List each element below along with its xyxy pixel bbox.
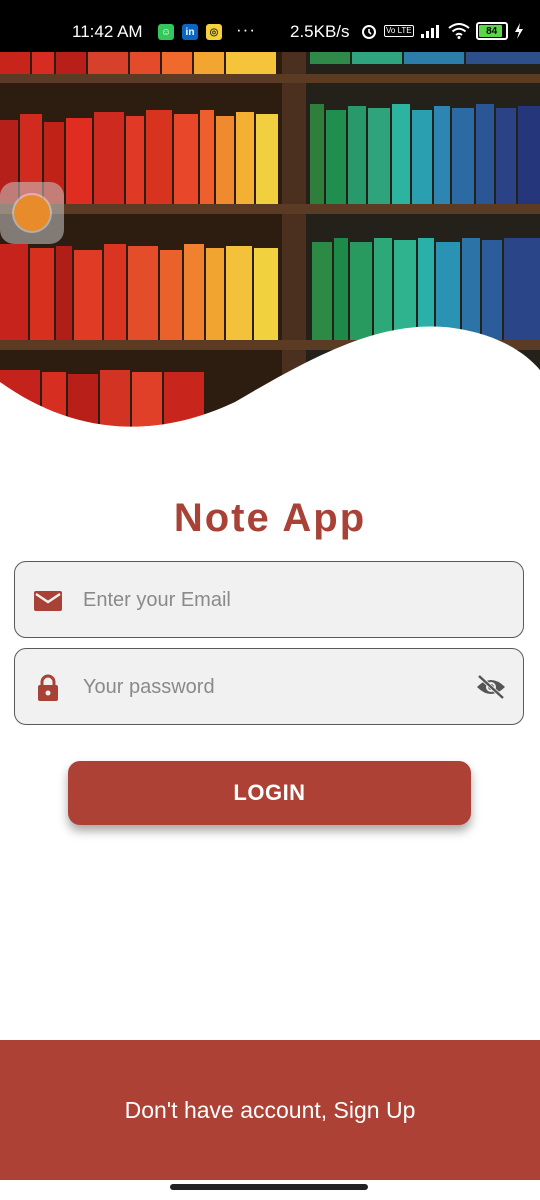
more-notifications-icon: ··· [236,20,256,39]
login-button[interactable]: LOGIN [68,761,471,825]
notification-icons: ☺ in ◎ [158,24,222,40]
volte-icon: Vo LTE [384,25,414,37]
email-input[interactable] [81,562,465,639]
messages-app-icon: ☺ [158,24,174,40]
charging-icon [514,23,523,39]
status-bar: 11:42 AM ☺ in ◎ ··· 2.5KB/s Vo LTE 84 [0,0,540,52]
lock-icon [38,674,58,701]
linkedin-label: in [185,26,195,38]
gesture-navigation-bar[interactable] [170,1184,368,1190]
bookshelf-illustration [0,52,540,432]
battery-level: 84 [486,25,498,37]
linkedin-icon: in [182,24,198,40]
assistant-dot-icon [14,195,50,231]
network-speed: 2.5KB/s [290,22,350,41]
email-icon [34,591,62,611]
signup-link[interactable]: Don't have account, Sign Up [125,1097,416,1124]
status-time: 11:42 AM [72,22,143,41]
alarm-icon [362,25,376,39]
password-field[interactable] [14,648,524,726]
system-icons: Vo LTE 84 [360,22,524,40]
visibility-off-icon[interactable] [475,673,507,701]
signal-icon [420,25,439,38]
app-title: Note App [173,496,367,540]
wifi-icon [448,23,470,39]
email-field[interactable] [14,561,524,639]
bookshelf-hero-image [0,52,540,432]
app-notification-icon: ◎ [206,24,222,40]
signup-bar[interactable]: Don't have account, Sign Up [0,1040,540,1180]
battery-icon: 84 [475,22,508,40]
password-input[interactable] [81,649,465,726]
floating-assistant-bubble[interactable] [0,182,64,244]
